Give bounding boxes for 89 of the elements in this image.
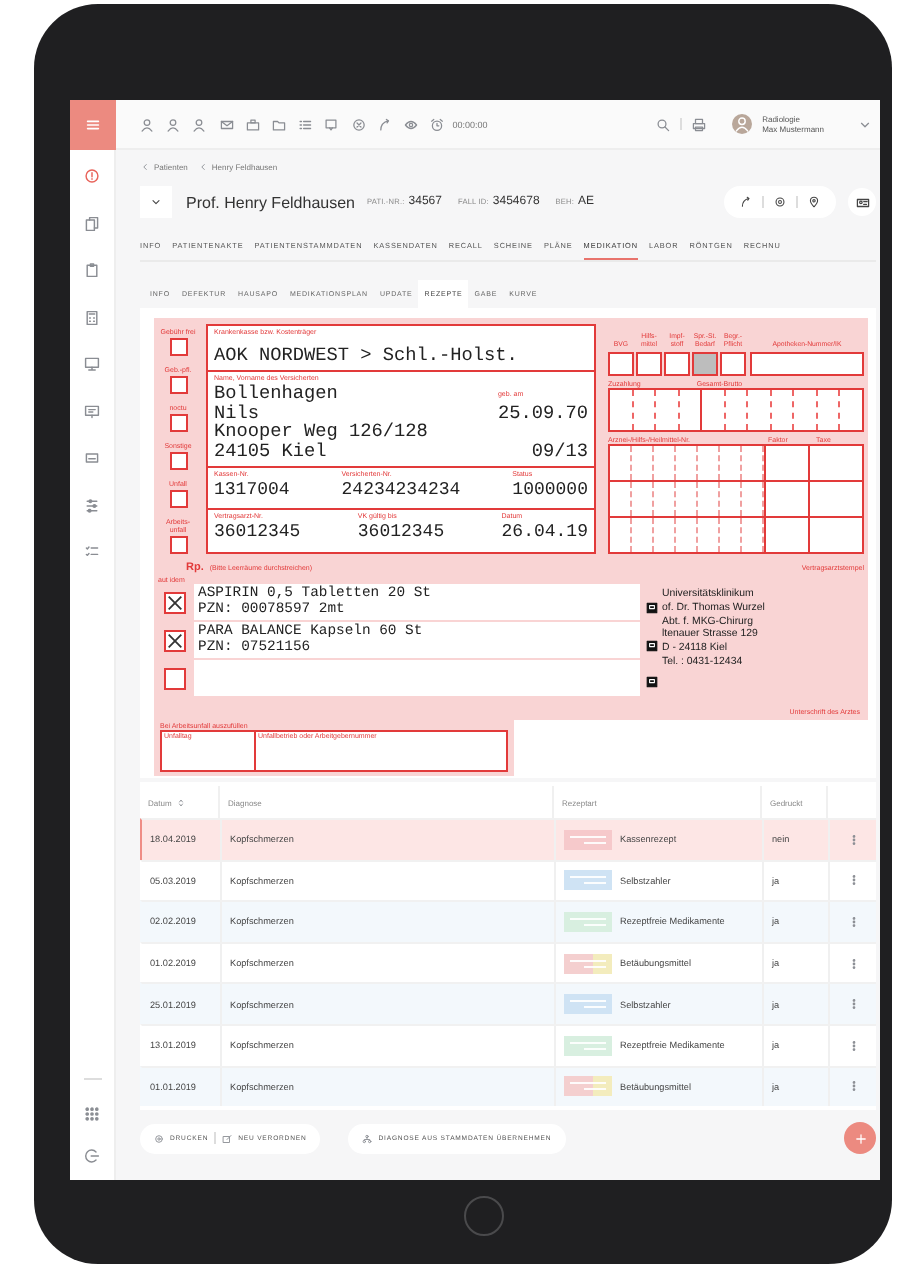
avatar[interactable] <box>732 114 753 134</box>
form-value: Knooper Weg 126/128 <box>214 422 430 442</box>
more-icon[interactable] <box>847 957 859 970</box>
form-value: 24234234234 <box>341 480 461 500</box>
sort-icon[interactable] <box>175 797 186 807</box>
user-icon[interactable] <box>192 117 207 131</box>
checkbox[interactable] <box>169 536 187 554</box>
prescription-thumbnail <box>564 870 612 891</box>
prescription-thumbnail <box>564 953 612 974</box>
briefcase-icon[interactable] <box>245 117 260 131</box>
search-icon[interactable] <box>656 117 671 131</box>
form-value: Nils <box>214 403 260 423</box>
menu-button[interactable] <box>70 100 115 150</box>
alert-icon[interactable] <box>84 168 100 184</box>
chevron-left-icon <box>197 161 208 171</box>
drive-icon[interactable] <box>84 450 100 466</box>
pin-icon[interactable] <box>808 196 820 208</box>
form-value: 36012345 <box>357 522 445 542</box>
checklist-icon[interactable] <box>84 544 100 560</box>
id-card-icon <box>855 195 869 209</box>
aut-idem-checkbox[interactable] <box>164 592 186 614</box>
code-box[interactable] <box>692 352 718 376</box>
code-box[interactable] <box>720 352 746 376</box>
monitor-icon[interactable] <box>84 403 100 419</box>
more-icon[interactable] <box>847 998 859 1011</box>
edit-icon[interactable] <box>222 1133 233 1143</box>
form-value: 1317004 <box>214 480 290 500</box>
menu-icon <box>83 116 101 134</box>
checkbox[interactable] <box>169 452 187 470</box>
form-value: 24105 Kiel <box>214 441 327 461</box>
code-box[interactable] <box>608 352 634 376</box>
printer-icon[interactable] <box>692 117 707 131</box>
checkbox[interactable] <box>169 414 187 432</box>
more-icon[interactable] <box>847 915 859 928</box>
form-value: 25.09.70 <box>497 403 588 423</box>
logout-icon[interactable] <box>84 1148 100 1164</box>
plus-icon <box>853 1131 867 1145</box>
checkbox[interactable] <box>169 490 187 508</box>
aut-idem-checkbox[interactable] <box>164 668 186 690</box>
add-button[interactable] <box>844 1122 876 1154</box>
prescription-thumbnail <box>564 911 612 932</box>
chevron-left-icon <box>140 161 150 171</box>
form-value: Bollenhagen <box>214 384 340 404</box>
checkbox[interactable] <box>169 376 187 394</box>
more-icon[interactable] <box>847 1080 859 1093</box>
form-value: 1000000 <box>512 480 588 500</box>
prescription-thumbnail <box>564 1076 612 1097</box>
user-silhouette-icon <box>734 116 751 132</box>
more-icon[interactable] <box>847 874 859 887</box>
aut-idem-checkbox[interactable] <box>164 630 186 652</box>
apps-grid-icon[interactable] <box>84 1106 100 1122</box>
code-box[interactable] <box>636 352 662 376</box>
patient-name: Prof. Henry Feldhausen <box>186 193 355 211</box>
folder-icon[interactable] <box>271 117 286 131</box>
patient-card-button[interactable] <box>848 188 876 216</box>
home-button[interactable] <box>464 1196 504 1236</box>
pharmacy-number-field[interactable] <box>750 352 864 376</box>
form-value: 09/13 <box>529 441 588 461</box>
gear-icon[interactable] <box>774 196 786 208</box>
chevron-down-icon <box>150 196 162 208</box>
chevron-down-icon[interactable] <box>858 117 872 131</box>
monitor-icon[interactable] <box>84 356 100 372</box>
sliders-icon[interactable] <box>84 497 100 513</box>
close-circle-icon[interactable] <box>351 117 365 131</box>
user-icon[interactable] <box>140 117 154 131</box>
documents-icon[interactable] <box>84 215 100 231</box>
stamp-marker-icon <box>646 676 658 688</box>
stamp-marker-icon <box>646 602 658 614</box>
prescription-thumbnail <box>564 829 612 850</box>
form-value: 36012345 <box>214 522 301 542</box>
user-icon[interactable] <box>166 117 181 131</box>
alarm-clock-icon[interactable] <box>430 117 445 131</box>
list-icon[interactable] <box>298 117 313 131</box>
code-box[interactable] <box>664 352 690 376</box>
prescription-thumbnail <box>564 1035 612 1056</box>
eye-icon[interactable] <box>403 117 418 131</box>
form-value: 26.04.19 <box>501 522 588 542</box>
more-icon[interactable] <box>847 833 859 846</box>
mail-icon[interactable] <box>219 117 234 131</box>
medication-field[interactable] <box>194 660 640 696</box>
hierarchy-icon[interactable] <box>362 1133 373 1143</box>
prescription-thumbnail <box>564 994 612 1015</box>
calculator-icon[interactable] <box>84 309 100 325</box>
more-icon[interactable] <box>847 1039 859 1052</box>
chat-icon[interactable] <box>324 117 339 131</box>
form-value: AOK NORDWEST > Schl.-Holst. <box>214 346 520 366</box>
clipboard-icon[interactable] <box>84 262 100 278</box>
checkbox[interactable] <box>169 338 187 356</box>
stamp-marker-icon <box>646 639 658 651</box>
